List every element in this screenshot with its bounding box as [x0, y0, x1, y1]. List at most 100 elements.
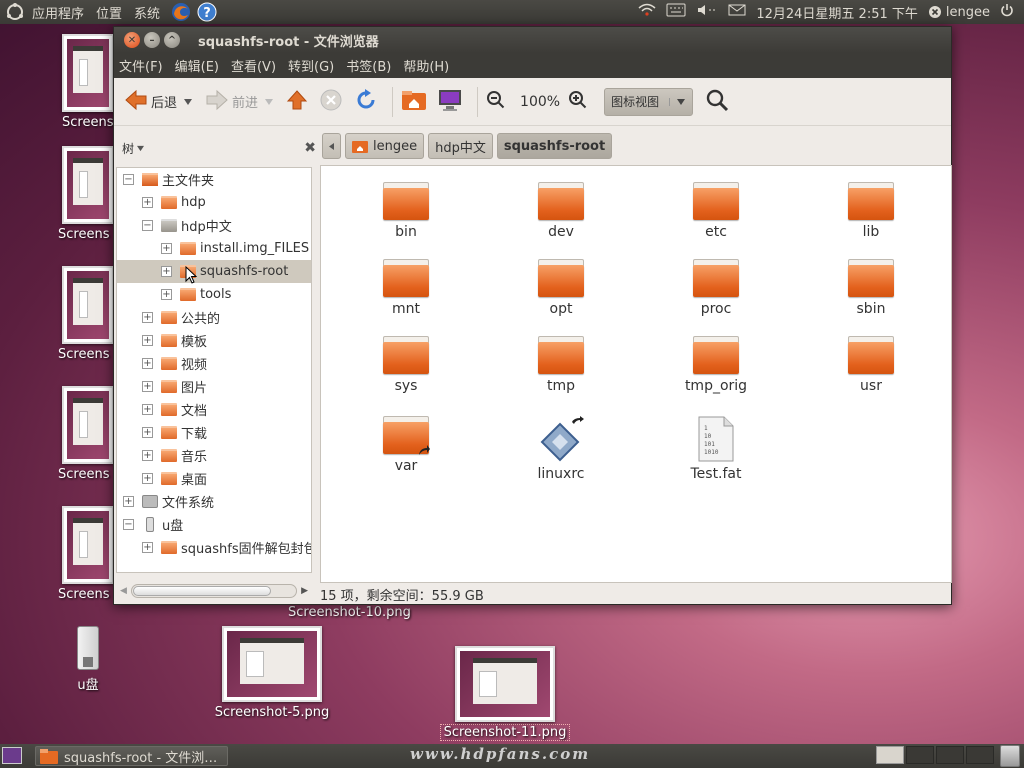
- file-item[interactable]: bin: [351, 182, 461, 240]
- sidebar-tree-item[interactable]: + 文档: [117, 398, 311, 421]
- collapse-icon[interactable]: −: [142, 220, 153, 231]
- file-item[interactable]: linuxrc: [506, 416, 616, 482]
- collapse-icon[interactable]: −: [123, 174, 134, 185]
- collapse-icon[interactable]: −: [123, 519, 134, 530]
- file-item[interactable]: var: [351, 416, 461, 474]
- mail-icon[interactable]: [728, 3, 746, 21]
- close-window-button[interactable]: ✕: [124, 32, 140, 48]
- sidebar-tree-item[interactable]: + 视频: [117, 352, 311, 375]
- sidebar-mode-select[interactable]: 树: [122, 140, 145, 157]
- sidebar-tree-item[interactable]: + tools: [117, 283, 311, 306]
- sidebar-tree-item[interactable]: − hdp中文: [117, 214, 311, 237]
- trash-icon[interactable]: [1000, 745, 1020, 767]
- sidebar-tree-item[interactable]: + squashfs-root: [117, 260, 311, 284]
- sidebar-tree-item[interactable]: + 图片: [117, 375, 311, 398]
- workspace-1[interactable]: [876, 746, 904, 764]
- file-item[interactable]: sbin: [816, 259, 926, 317]
- expand-icon[interactable]: +: [142, 542, 153, 553]
- sidebar-tree-item[interactable]: + 音乐: [117, 444, 311, 467]
- taskbar-item-file-browser[interactable]: squashfs-root - 文件浏…: [35, 746, 228, 766]
- minimize-window-button[interactable]: –: [144, 32, 160, 48]
- menu-go[interactable]: 转到(G): [282, 56, 340, 75]
- desktop-icon-label[interactable]: Screenshot-10.png: [288, 605, 411, 620]
- file-item[interactable]: proc: [661, 259, 771, 317]
- help-icon[interactable]: ?: [196, 2, 218, 22]
- file-item[interactable]: usr: [816, 336, 926, 394]
- sidebar-tree-item[interactable]: − 主文件夹: [117, 168, 311, 191]
- scroll-left-icon[interactable]: ◀: [120, 586, 127, 596]
- menu-view[interactable]: 查看(V): [225, 56, 282, 75]
- sidebar-tree-item[interactable]: + 模板: [117, 329, 311, 352]
- file-item[interactable]: tmp: [506, 336, 616, 394]
- search-button[interactable]: [705, 88, 729, 116]
- zoom-in-button[interactable]: [568, 90, 588, 114]
- wifi-icon[interactable]: [638, 3, 656, 21]
- back-button[interactable]: 后退: [124, 89, 177, 115]
- menu-edit[interactable]: 编辑(E): [169, 56, 225, 75]
- menu-help[interactable]: 帮助(H): [397, 56, 455, 75]
- file-icon-view[interactable]: bin dev etc lib mnt opt proc sbin sys tmp tmp_orig…: [320, 165, 952, 583]
- desktop-screenshot-icon[interactable]: Screenshot-11.png: [440, 646, 570, 741]
- firefox-icon[interactable]: [170, 2, 192, 22]
- zoom-level[interactable]: 100%: [520, 94, 560, 110]
- home-button[interactable]: [401, 89, 427, 115]
- forward-history-dropdown[interactable]: [264, 98, 274, 106]
- sidebar-tree-item[interactable]: + hdp: [117, 191, 311, 214]
- expand-icon[interactable]: +: [123, 496, 134, 507]
- keyboard-icon[interactable]: [666, 3, 686, 21]
- sidebar-tree-item[interactable]: + 公共的: [117, 306, 311, 329]
- desktop-usb-drive[interactable]: u盘: [68, 626, 108, 693]
- sidebar-tree-item[interactable]: + install.img_FILES: [117, 237, 311, 260]
- forward-button[interactable]: 前进: [205, 89, 258, 115]
- expand-icon[interactable]: +: [142, 427, 153, 438]
- file-item[interactable]: sys: [351, 336, 461, 394]
- breadcrumb-item-hdp[interactable]: hdp中文: [428, 133, 493, 159]
- file-item[interactable]: etc: [661, 182, 771, 240]
- folder-tree[interactable]: − 主文件夹 + hdp − hdp中文 + install.img_FILES + squash…: [116, 167, 312, 573]
- file-item[interactable]: tmp_orig: [661, 336, 771, 394]
- window-titlebar[interactable]: ✕ – ^ squashfs-root - 文件浏览器: [114, 27, 951, 53]
- workspace-4[interactable]: [966, 746, 994, 764]
- expand-icon[interactable]: +: [142, 381, 153, 392]
- breadcrumb-item-home[interactable]: lengee: [345, 133, 425, 159]
- expand-icon[interactable]: +: [142, 335, 153, 346]
- expand-icon[interactable]: +: [142, 197, 153, 208]
- file-item[interactable]: dev: [506, 182, 616, 240]
- applications-menu[interactable]: 应用程序: [26, 3, 90, 22]
- view-mode-select[interactable]: 图标视图: [604, 87, 694, 116]
- reload-button[interactable]: [354, 88, 378, 116]
- file-item[interactable]: lib: [816, 182, 926, 240]
- breadcrumb-item-current[interactable]: squashfs-root: [496, 133, 613, 159]
- expand-icon[interactable]: +: [161, 243, 172, 254]
- close-sidebar-icon[interactable]: ✖: [304, 140, 316, 156]
- power-icon[interactable]: [1000, 3, 1014, 21]
- up-button[interactable]: [286, 89, 308, 115]
- sidebar-tree-item[interactable]: + squashfs固件解包封包: [117, 536, 311, 559]
- workspace-3[interactable]: [936, 746, 964, 764]
- sidebar-horizontal-scrollbar[interactable]: ◀ ▶: [116, 583, 312, 599]
- menu-bookmarks[interactable]: 书签(B): [340, 56, 397, 75]
- user-menu[interactable]: lengee: [928, 5, 990, 20]
- file-item[interactable]: mnt: [351, 259, 461, 317]
- scrollbar-thumb[interactable]: [132, 586, 271, 596]
- sidebar-tree-item[interactable]: + 桌面: [117, 467, 311, 490]
- zoom-out-button[interactable]: [486, 90, 506, 114]
- maximize-window-button[interactable]: ^: [164, 32, 180, 48]
- scroll-right-icon[interactable]: ▶: [301, 586, 308, 596]
- sidebar-tree-item[interactable]: + 文件系统: [117, 490, 311, 513]
- expand-icon[interactable]: +: [142, 404, 153, 415]
- desktop-screenshot-icon[interactable]: Screenshot-5.png: [214, 626, 330, 720]
- back-history-dropdown[interactable]: [183, 98, 193, 106]
- stop-button[interactable]: [320, 89, 342, 115]
- sidebar-tree-item[interactable]: − u盘: [117, 513, 311, 536]
- expand-icon[interactable]: +: [142, 312, 153, 323]
- expand-icon[interactable]: +: [142, 473, 153, 484]
- volume-icon[interactable]: [696, 3, 718, 21]
- workspace-2[interactable]: [906, 746, 934, 764]
- expand-icon[interactable]: +: [161, 266, 172, 277]
- breadcrumb-scroll-left[interactable]: [322, 133, 341, 159]
- menu-file[interactable]: 文件(F): [114, 56, 169, 75]
- clock-text[interactable]: 12月24日星期五 2:51 下午: [756, 3, 918, 22]
- expand-icon[interactable]: +: [161, 289, 172, 300]
- system-menu[interactable]: 系统: [128, 3, 166, 22]
